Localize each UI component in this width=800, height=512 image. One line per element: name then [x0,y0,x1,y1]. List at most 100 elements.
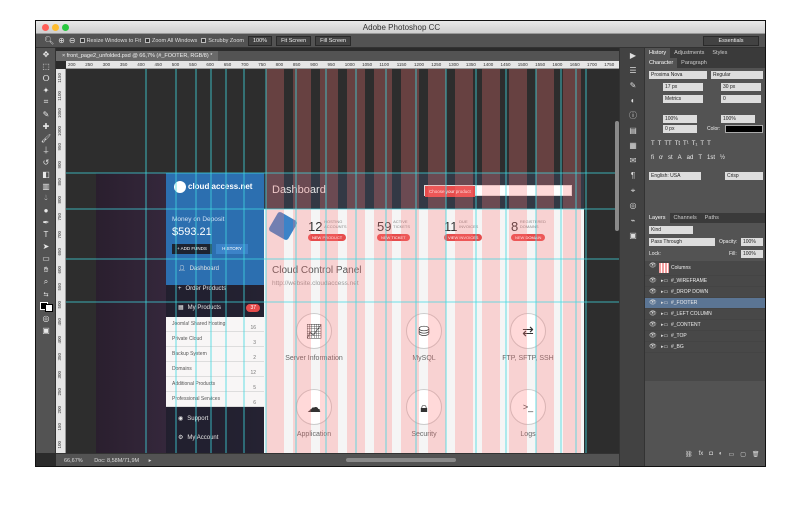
link-layers-icon[interactable]: ⛓ [685,451,693,458]
visibility-eye-icon[interactable]: 👁︎ [649,263,657,270]
fill-screen-button[interactable]: Fill Screen [315,35,352,46]
paths-icon[interactable]: ⌁ [620,213,646,228]
visibility-eye-icon[interactable]: 👁︎ [649,344,657,351]
layer-row[interactable]: 👁︎ ▸▭ #_BG [645,342,765,353]
sub-item[interactable]: Joomla! Shared Hosting 16 [166,317,264,332]
brush-tool-icon[interactable]: 🖌︎ [36,132,56,144]
status-arrow-icon[interactable]: ▸ [149,458,152,464]
notes-icon[interactable]: ✉ [620,153,646,168]
shape-tool-icon[interactable]: ▭ [36,252,56,264]
styles-icon[interactable]: ▤ [620,123,646,138]
new-domain-button[interactable]: NEW DOMAIN [511,234,546,241]
ligature-button[interactable]: fi [651,155,654,161]
minimize-window-button[interactable] [52,24,59,31]
nav-order-products[interactable]: + Order Products [166,281,264,297]
anti-alias-select[interactable]: Crisp [725,172,763,180]
layer-row[interactable]: 👁︎ ▸▭ #_TOP [645,331,765,342]
tab-paragraph[interactable]: Paragraph [677,58,711,68]
stylistic-button[interactable]: st [668,155,673,161]
tab-channels[interactable]: Channels [670,213,701,223]
small-caps-button[interactable]: Tt [675,141,680,147]
alternates-button[interactable]: ad [687,155,694,161]
layer-mask-icon[interactable]: ◘ [709,451,713,458]
new-layer-icon[interactable]: ▢ [740,451,746,458]
close-window-button[interactable] [42,24,49,31]
screen-mode-icon[interactable]: ▣ [36,324,56,336]
visibility-eye-icon[interactable]: 👁︎ [649,289,657,296]
color-swatches-icon[interactable] [36,300,56,312]
faux-italic-button[interactable]: T [658,141,662,147]
scrubby-zoom-checkbox[interactable]: Scrubby Zoom [201,38,244,44]
zoom-tool-icon[interactable]: 🔍︎ [44,36,54,45]
tile-mysql[interactable]: ⛁ MySQL [374,313,474,383]
faux-bold-button[interactable]: T [651,141,655,147]
tile-application[interactable]: ☁ Application [264,389,364,453]
tile-ftp[interactable]: ⇄ FTP, SFTP, SSH [478,313,578,383]
opacity-field[interactable]: 100% [741,238,763,246]
swap-colors-icon[interactable]: ⇆ [36,288,56,300]
layer-filter-select[interactable]: Kind [649,226,693,234]
zoom-level[interactable]: 66,67% [64,458,83,464]
font-style-select[interactable]: Regular [711,71,763,79]
info-icon[interactable]: ⓘ [620,108,646,123]
paragraph-icon[interactable]: ¶ [620,168,646,183]
delete-layer-icon[interactable]: 🗑︎ [752,451,760,458]
dodge-tool-icon[interactable]: ● [36,204,56,216]
add-funds-button[interactable]: + ADD FUNDS [172,244,212,254]
layer-row[interactable]: 👁︎ Columns [645,261,765,276]
view-invoices-button[interactable]: VIEW INVOICES [444,234,483,241]
baseline-shift-field[interactable]: 0 px [663,125,697,133]
tracking-field[interactable]: 0 [721,95,761,103]
titling-button[interactable]: T [698,155,702,161]
font-family-select[interactable]: Proxima Nova [649,71,707,79]
fit-screen-button[interactable]: Fit Screen [276,35,312,46]
magic-wand-tool-icon[interactable]: ✦ [36,84,56,96]
actions-icon[interactable]: ☰ [620,63,646,78]
nav-my-account[interactable]: ⚙︎ My Account [166,430,264,446]
resize-windows-checkbox[interactable]: Resize Windows to Fit [79,38,141,44]
marquee-tool-icon[interactable]: ⬚ [36,60,56,72]
vertical-scale-field[interactable]: 100% [663,115,697,123]
sub-item[interactable]: Professional Services 6 [166,392,264,407]
new-group-icon[interactable]: ▭ [729,451,735,458]
stamp-tool-icon[interactable]: ⍊ [36,144,56,156]
history-brush-tool-icon[interactable]: ↺ [36,156,56,168]
text-color-swatch[interactable] [725,125,763,133]
horizontal-scrollbar[interactable] [346,458,456,462]
fractions-button[interactable]: ½ [720,155,725,161]
leading-field[interactable]: 30 px [721,83,761,91]
pen-tool-icon[interactable]: ✒ [36,216,56,228]
zoom-window-button[interactable] [62,24,69,31]
zoom-out-icon[interactable]: ⊖ [69,36,76,45]
hand-tool-icon[interactable]: ✋︎ [36,264,56,276]
doc-size[interactable]: Doc: 8,58M/71,9M [94,458,139,464]
strikethrough-button[interactable]: T [707,141,711,147]
type-tool-icon[interactable]: T [36,228,56,240]
swash-button[interactable]: A [678,155,682,161]
play-icon[interactable]: ▶ [620,48,646,63]
sub-item[interactable]: Private Cloud 3 [166,332,264,347]
blur-tool-icon[interactable]: 💧︎ [36,192,56,204]
visibility-eye-icon[interactable]: 👁︎ [649,300,657,307]
zoom-all-checkbox[interactable]: Zoom All Windows [144,38,197,44]
tile-logs[interactable]: >_ Logs [478,389,578,453]
tab-paths[interactable]: Paths [701,213,723,223]
gradient-tool-icon[interactable]: ▥ [36,180,56,192]
visibility-eye-icon[interactable]: 👁︎ [649,333,657,340]
subscript-button[interactable]: T₁ [692,141,698,147]
eraser-tool-icon[interactable]: ◧ [36,168,56,180]
font-size-field[interactable]: 17 px [663,83,703,91]
sub-item[interactable]: Domains 12 [166,362,264,377]
move-tool-icon[interactable]: ✥ [36,48,56,60]
language-select[interactable]: English: USA [649,172,701,180]
sub-item[interactable]: Backup System 2 [166,347,264,362]
adjustments-icon[interactable]: ◐ [620,93,646,108]
kerning-field[interactable]: Metrics [663,95,703,103]
document-tab[interactable]: × front_page2_unfolded.psd @ 66,7% (#_FO… [56,51,219,61]
tab-layers[interactable]: Layers [645,213,670,223]
visibility-eye-icon[interactable]: 👁︎ [649,322,657,329]
superscript-button[interactable]: T¹ [683,141,689,147]
layer-row[interactable]: 👁︎ ▸▭ #_DROP DOWN [645,287,765,298]
zoom-100-button[interactable]: 100% [247,35,273,46]
tab-adjustments[interactable]: Adjustments [670,48,708,58]
